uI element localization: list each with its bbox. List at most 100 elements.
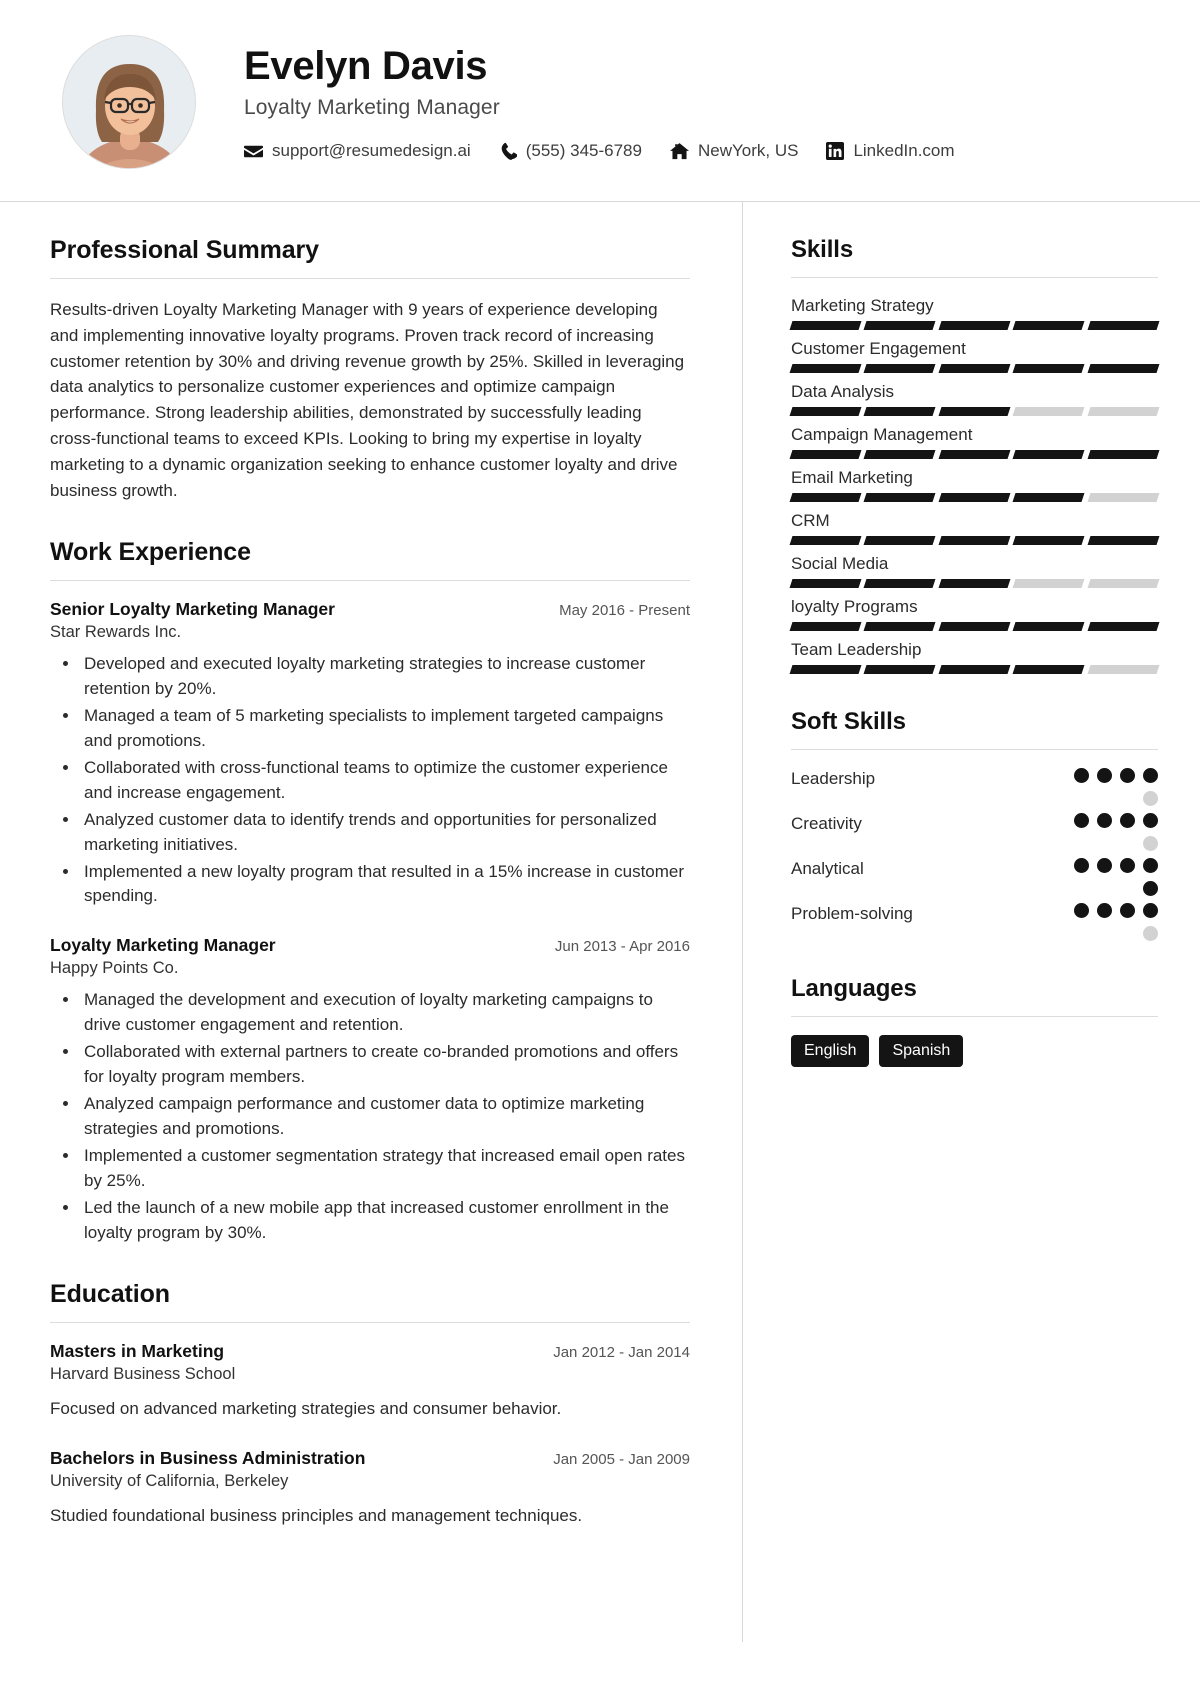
- experience-bullets: Developed and executed loyalty marketing…: [50, 652, 690, 910]
- skill-bar-segment: [1012, 364, 1086, 373]
- contact-location-label: NewYork, US: [697, 141, 799, 161]
- skill-label: Social Media: [791, 554, 889, 573]
- experience-bullet: Collaborated with cross-functional teams…: [80, 756, 690, 806]
- experience-company: Star Rewards Inc.: [50, 622, 182, 641]
- skill-bar-segment: [1012, 450, 1086, 459]
- skill-bar-segment: [1012, 321, 1086, 330]
- soft-skill-dot: [1074, 768, 1089, 783]
- contact-linkedin-label: LinkedIn.com: [853, 141, 955, 161]
- linkedin-icon: [826, 142, 845, 161]
- section-title-soft-skills: Soft Skills: [791, 708, 906, 735]
- skill-bar-segment: [789, 450, 862, 459]
- skill-bar: [789, 536, 1160, 545]
- skill-label: Email Marketing: [791, 468, 913, 487]
- skill-label: CRM: [791, 511, 830, 530]
- skill-bar-segment: [863, 321, 937, 330]
- skill-bar-segment: [1087, 665, 1160, 674]
- resume-header: Evelyn Davis Loyalty Marketing Manager s…: [0, 0, 1200, 202]
- skill-bar-segment: [1012, 579, 1086, 588]
- contact-list: support@resumedesign.ai (555) 345-6789 N…: [244, 141, 955, 161]
- contact-linkedin[interactable]: LinkedIn.com: [826, 141, 955, 161]
- soft-skills-list: Leadership Creativity Analytical Problem…: [791, 768, 1158, 941]
- entry-header: Senior Loyalty Marketing Manager May 201…: [50, 599, 690, 620]
- skill-bar: [789, 450, 1160, 459]
- resume-page: Evelyn Davis Loyalty Marketing Manager s…: [0, 0, 1200, 1684]
- education-school: Harvard Business School: [50, 1365, 236, 1384]
- skill-bar-segment: [789, 622, 862, 631]
- skill-bar-segment: [863, 536, 937, 545]
- skill-bar-segment: [789, 364, 862, 373]
- experience-bullet: Implemented a customer segmentation stra…: [80, 1144, 690, 1194]
- skill-item: Customer Engagement: [789, 339, 1160, 373]
- skills-list: Marketing Strategy Customer Engagement D…: [789, 296, 1160, 674]
- contact-email[interactable]: support@resumedesign.ai: [244, 141, 471, 161]
- experience-bullet: Analyzed customer data to identify trend…: [80, 808, 690, 858]
- entry-header: Masters in Marketing Jan 2012 - Jan 2014: [50, 1341, 690, 1362]
- experience-bullet: Collaborated with external partners to c…: [80, 1040, 690, 1090]
- soft-skill-dot: [1143, 858, 1158, 873]
- entry-header: Bachelors in Business Administration Jan…: [50, 1448, 690, 1469]
- skill-bar-segment: [863, 364, 937, 373]
- soft-skill-dot: [1143, 836, 1158, 851]
- skill-bar-segment: [1087, 450, 1160, 459]
- skill-item: Social Media: [789, 554, 1160, 588]
- experience-bullet: Managed a team of 5 marketing specialist…: [80, 704, 690, 754]
- experience-bullet: Analyzed campaign performance and custom…: [80, 1092, 690, 1142]
- section-work-experience: Work Experience Senior Loyalty Marketing…: [50, 538, 690, 1247]
- soft-skill-dot: [1097, 858, 1112, 873]
- skill-bar-segment: [1087, 579, 1160, 588]
- soft-skill-item: Leadership: [791, 768, 1158, 806]
- skill-label: Data Analysis: [791, 382, 894, 401]
- candidate-job-title: Loyalty Marketing Manager: [244, 96, 500, 120]
- skill-bar: [789, 321, 1160, 330]
- experience-bullet: Implemented a new loyalty program that r…: [80, 860, 690, 910]
- contact-phone[interactable]: (555) 345-6789: [499, 141, 642, 161]
- skill-bar-segment: [1012, 407, 1086, 416]
- soft-skill-dot: [1143, 768, 1158, 783]
- education-degree: Bachelors in Business Administration: [50, 1447, 366, 1468]
- soft-skill-rating: [1072, 813, 1158, 851]
- summary-text: Results-driven Loyalty Marketing Manager…: [50, 300, 685, 500]
- language-pill: English: [791, 1035, 870, 1068]
- soft-skill-dot: [1097, 903, 1112, 918]
- avatar: [62, 34, 196, 169]
- experience-bullets: Managed the development and execution of…: [50, 988, 690, 1246]
- divider: [791, 1016, 1158, 1017]
- skill-bar-segment: [1012, 536, 1086, 545]
- contact-phone-label: (555) 345-6789: [525, 141, 642, 161]
- soft-skill-label: Creativity: [791, 814, 862, 833]
- divider: [791, 277, 1158, 278]
- experience-company: Happy Points Co.: [50, 959, 179, 978]
- languages-list: English Spanish: [791, 1035, 1158, 1068]
- envelope-icon: [244, 142, 263, 161]
- skill-item: loyalty Programs: [789, 597, 1160, 631]
- sidebar-column: Skills Marketing Strategy Customer Engag…: [742, 202, 1200, 1642]
- divider: [791, 749, 1158, 750]
- soft-skill-dot: [1074, 903, 1089, 918]
- soft-skill-label: Leadership: [791, 769, 876, 788]
- skill-label: Campaign Management: [791, 425, 973, 444]
- soft-skill-item: Analytical: [791, 858, 1158, 896]
- soft-skill-dot: [1143, 881, 1158, 896]
- skill-bar-segment: [1087, 622, 1160, 631]
- skill-label: Customer Engagement: [791, 339, 966, 358]
- soft-skill-label: Problem-solving: [791, 904, 913, 923]
- experience-bullet: Led the launch of a new mobile app that …: [80, 1196, 690, 1246]
- education-description: Focused on advanced marketing strategies…: [50, 1399, 562, 1419]
- skill-bar: [789, 407, 1160, 416]
- experience-entry: Loyalty Marketing Manager Jun 2013 - Apr…: [50, 935, 690, 1246]
- education-date: Jan 2012 - Jan 2014: [553, 1344, 690, 1362]
- soft-skill-rating: [1072, 858, 1158, 896]
- soft-skill-dot: [1120, 768, 1135, 783]
- section-skills: Skills Marketing Strategy Customer Engag…: [789, 236, 1160, 674]
- skill-bar-segment: [938, 321, 1011, 330]
- skill-bar: [789, 493, 1160, 502]
- experience-bullet: Managed the development and execution of…: [80, 988, 690, 1038]
- skill-label: loyalty Programs: [791, 597, 918, 616]
- skill-bar-segment: [1087, 536, 1160, 545]
- profile-photo-illustration: [63, 35, 195, 168]
- skill-bar: [789, 579, 1160, 588]
- skill-bar: [789, 665, 1160, 674]
- soft-skill-dot: [1074, 858, 1089, 873]
- soft-skill-dot: [1143, 813, 1158, 828]
